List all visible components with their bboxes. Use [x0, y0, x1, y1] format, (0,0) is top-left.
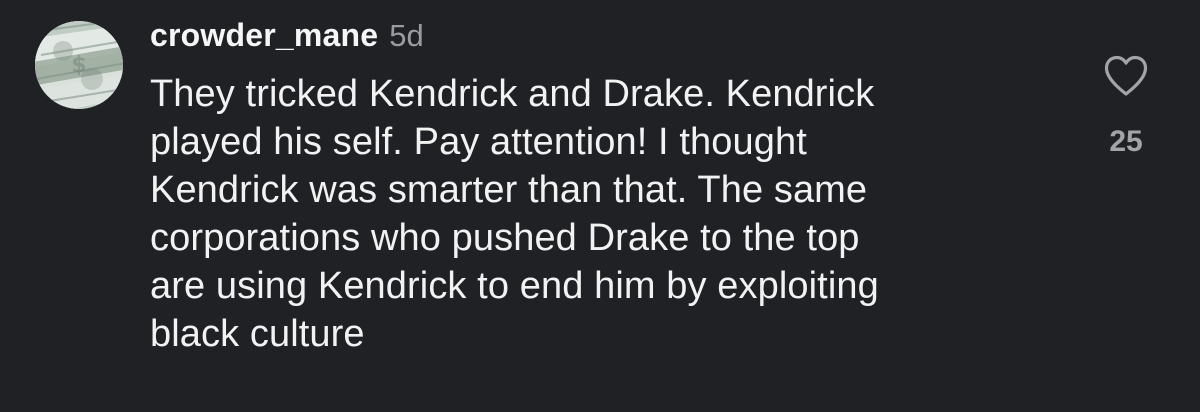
comment-text-line: are using Kendrick to end him by exploit…	[150, 265, 879, 307]
comment-text-line: black culture	[150, 313, 365, 355]
comment-text-line: played his self. Pay attention! I though…	[150, 121, 807, 163]
username[interactable]: crowder_mane	[150, 15, 378, 55]
comment-text-line: corporations who pushed Drake to the top	[150, 217, 860, 259]
comment-body: crowder_mane 5d They tricked Kendrick an…	[150, 15, 1050, 358]
money-avatar-icon: $	[35, 21, 123, 109]
comment-card: $ crowder_mane 5d They tricked Kendrick …	[0, 0, 1200, 412]
comment-text: They tricked Kendrick and Drake. Kendric…	[150, 70, 1030, 358]
svg-text:$: $	[71, 53, 86, 78]
comment-text-line: They tricked Kendrick and Drake. Kendric…	[150, 73, 875, 115]
avatar[interactable]: $	[35, 21, 123, 109]
heart-icon[interactable]	[1101, 52, 1151, 100]
comment-timestamp: 5d	[389, 18, 424, 53]
like-count: 25	[1109, 125, 1143, 158]
like-area: 25	[1093, 52, 1159, 168]
comment-meta: crowder_mane 5d	[150, 15, 1050, 57]
comment-text-line: Kendrick was smarter than that. The same	[150, 169, 868, 211]
